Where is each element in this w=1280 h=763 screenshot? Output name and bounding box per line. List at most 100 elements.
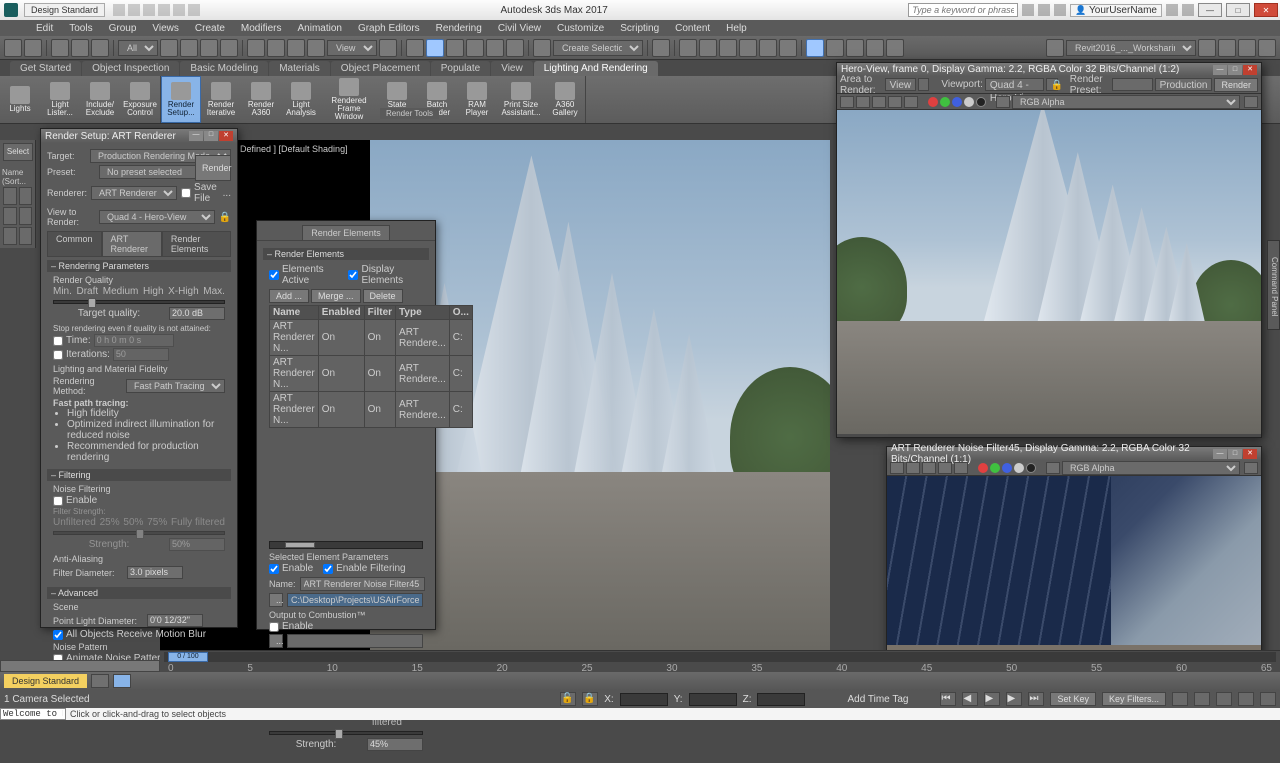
menu-tools[interactable]: Tools (61, 22, 100, 35)
menu-views[interactable]: Views (144, 22, 187, 35)
render-mode-select[interactable]: Production (1155, 78, 1213, 91)
workspace-options-icon[interactable] (91, 674, 109, 688)
menu-edit[interactable]: Edit (28, 22, 61, 35)
mirror-button[interactable] (652, 39, 670, 57)
red-channel-toggle-2[interactable] (978, 463, 988, 473)
x-coord-input[interactable] (620, 693, 668, 706)
z-coord-input[interactable] (757, 693, 805, 706)
table-row[interactable]: ART Renderer N...OnOnART Rendere...C: (270, 392, 473, 428)
menu-rendering[interactable]: Rendering (428, 22, 490, 35)
clear-image-icon[interactable] (904, 96, 918, 108)
scene-explorer-hscroll[interactable] (0, 660, 160, 672)
rframe2-max[interactable]: □ (1228, 449, 1242, 459)
exposure-control-button[interactable]: Exposure Control (120, 76, 160, 123)
display-toggle-5[interactable] (3, 227, 17, 245)
render-production-button[interactable] (846, 39, 864, 57)
lock-selection-icon[interactable]: 🔓 (560, 692, 576, 706)
time-check[interactable] (53, 336, 63, 346)
undo-button[interactable] (4, 39, 22, 57)
browse-combustion-button[interactable]: ... (269, 634, 283, 648)
tab-render-elements[interactable]: Render Elements (162, 231, 231, 256)
rframe-render-button[interactable]: Render (1214, 78, 1258, 92)
print-size-button[interactable]: Print Size Assistant... (497, 76, 545, 123)
unlink-button[interactable] (71, 39, 89, 57)
rframe1-close[interactable]: ✕ (1243, 65, 1257, 75)
table-row[interactable]: ART Renderer N...OnOnART Rendere...C: (270, 356, 473, 392)
menu-modifiers[interactable]: Modifiers (233, 22, 290, 35)
revit-sync-button[interactable] (1218, 39, 1236, 57)
maxscript-listener[interactable] (0, 708, 66, 720)
rframe1-max[interactable]: □ (1228, 65, 1242, 75)
render-elements-rollout[interactable]: Render Elements (263, 248, 429, 260)
nav-zoom-all-icon[interactable] (1194, 692, 1210, 706)
star-icon[interactable] (1038, 4, 1050, 16)
method-select[interactable]: Fast Path Tracing (126, 379, 225, 393)
light-analysis-button[interactable]: Light Analysis (281, 76, 321, 123)
region-icon[interactable] (918, 78, 929, 91)
dialog-close-button[interactable]: ✕ (219, 131, 233, 141)
render-a360-button[interactable] (866, 39, 884, 57)
select-mode[interactable]: Select (3, 143, 33, 161)
rframe2-close[interactable]: ✕ (1243, 449, 1257, 459)
scene-explorer-button[interactable] (1046, 39, 1064, 57)
enable-combustion-check[interactable] (269, 622, 279, 632)
curve-editor-button[interactable] (739, 39, 757, 57)
display-toggle-4[interactable] (19, 207, 33, 225)
mono-toggle-2[interactable] (1026, 463, 1036, 473)
quality-slider[interactable] (53, 300, 225, 304)
table-hscroll[interactable] (269, 541, 423, 549)
menu-scripting[interactable]: Scripting (612, 22, 667, 35)
help-search-input[interactable] (908, 3, 1018, 17)
rect-region-button[interactable] (200, 39, 218, 57)
clone-image-icon[interactable] (872, 96, 886, 108)
linked-file[interactable]: Revit2016_..._Worksharing (1066, 40, 1196, 56)
copy-image-icon[interactable] (856, 96, 870, 108)
include-exclude-button[interactable]: Include/ Exclude (80, 76, 120, 123)
preset-select-2[interactable] (1112, 78, 1152, 91)
elements-table[interactable]: NameEnabledFilterTypeO...ART Renderer N.… (269, 305, 473, 428)
infocenter-icon[interactable] (1022, 4, 1034, 16)
ram-player-button[interactable]: RAM Player (457, 76, 497, 123)
toggle-overlay-icon[interactable] (996, 96, 1010, 108)
rframe2-min[interactable]: — (1213, 449, 1227, 459)
percent-snap-button[interactable] (486, 39, 504, 57)
qat-new-icon[interactable] (113, 4, 125, 16)
ribbon-tab-view[interactable]: View (491, 61, 533, 76)
vp-select[interactable]: Quad 4 - Hero-Vie (985, 78, 1044, 91)
combustion-path-input[interactable] (287, 634, 423, 648)
filter-diameter-spinner[interactable]: 3.0 pixels (127, 566, 183, 579)
edit-named-sel-button[interactable] (533, 39, 551, 57)
green-channel-toggle[interactable] (940, 97, 950, 107)
rendered-frame-window-button[interactable]: Rendered Frame Window (321, 76, 377, 123)
render-button[interactable]: Render (195, 155, 231, 181)
rotate-button[interactable] (267, 39, 285, 57)
clone-image-icon-2[interactable] (922, 462, 936, 474)
light-lister-button[interactable]: Light Lister... (40, 76, 80, 123)
display-toggle-2[interactable] (19, 187, 33, 205)
merge-element-button[interactable]: Merge ... (311, 289, 361, 303)
display-toggle-1[interactable] (3, 187, 17, 205)
schematic-button[interactable] (759, 39, 777, 57)
motion-blur-check[interactable] (53, 630, 63, 640)
qat-link-icon[interactable] (188, 4, 200, 16)
nav-zoom-icon[interactable] (1172, 692, 1188, 706)
named-selection[interactable]: Create Selection Se (553, 40, 643, 56)
scale-button[interactable] (287, 39, 305, 57)
align-button[interactable] (679, 39, 697, 57)
name-sort-header[interactable]: Name (Sort... (2, 168, 33, 186)
qat-undo-icon[interactable] (158, 4, 170, 16)
pivot-button[interactable] (379, 39, 397, 57)
window-crossing-button[interactable] (220, 39, 238, 57)
ribbon-tab-materials[interactable]: Materials (269, 61, 330, 76)
move-button[interactable] (247, 39, 265, 57)
link-button[interactable] (51, 39, 69, 57)
red-channel-toggle[interactable] (928, 97, 938, 107)
renderer-select[interactable]: ART Renderer (91, 186, 177, 200)
green-channel-toggle-2[interactable] (990, 463, 1000, 473)
display-toggle-6[interactable] (19, 227, 33, 245)
workspace-indicator[interactable]: Design Standard (4, 674, 87, 688)
redo-button[interactable] (24, 39, 42, 57)
angle-snap-button[interactable] (466, 39, 484, 57)
menu-customize[interactable]: Customize (549, 22, 612, 35)
a360-gallery-button[interactable]: A360 Gallery (545, 76, 585, 123)
